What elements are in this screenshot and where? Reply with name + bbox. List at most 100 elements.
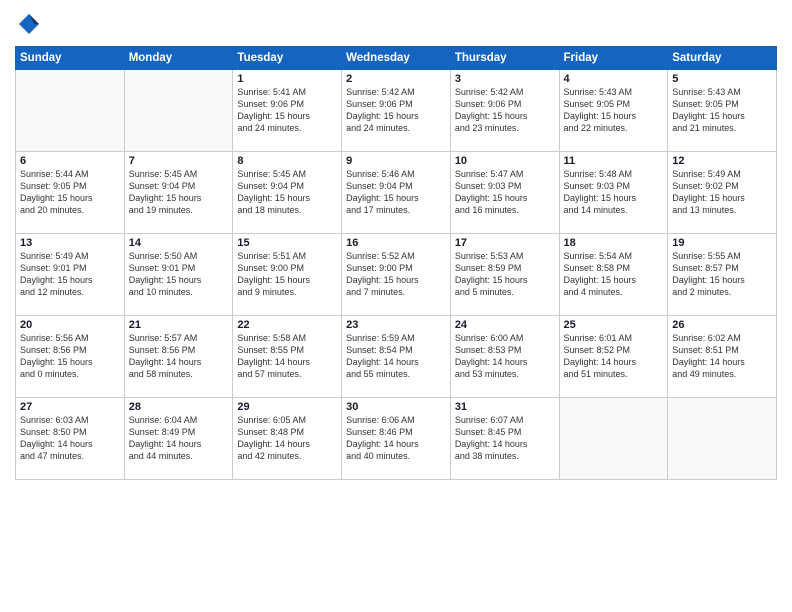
day-number: 12 bbox=[672, 155, 772, 167]
calendar-week-row: 1Sunrise: 5:41 AM Sunset: 9:06 PM Daylig… bbox=[16, 70, 777, 152]
day-info: Sunrise: 6:05 AM Sunset: 8:48 PM Dayligh… bbox=[237, 414, 337, 463]
day-number: 20 bbox=[20, 319, 120, 331]
day-info: Sunrise: 5:52 AM Sunset: 9:00 PM Dayligh… bbox=[346, 250, 446, 299]
day-number: 4 bbox=[564, 73, 664, 85]
header bbox=[15, 10, 777, 38]
day-number: 2 bbox=[346, 73, 446, 85]
calendar-cell: 31Sunrise: 6:07 AM Sunset: 8:45 PM Dayli… bbox=[450, 398, 559, 480]
day-number: 31 bbox=[455, 401, 555, 413]
calendar-cell: 15Sunrise: 5:51 AM Sunset: 9:00 PM Dayli… bbox=[233, 234, 342, 316]
calendar-cell: 11Sunrise: 5:48 AM Sunset: 9:03 PM Dayli… bbox=[559, 152, 668, 234]
day-info: Sunrise: 5:51 AM Sunset: 9:00 PM Dayligh… bbox=[237, 250, 337, 299]
day-number: 18 bbox=[564, 237, 664, 249]
day-info: Sunrise: 5:42 AM Sunset: 9:06 PM Dayligh… bbox=[455, 86, 555, 135]
calendar-cell: 13Sunrise: 5:49 AM Sunset: 9:01 PM Dayli… bbox=[16, 234, 125, 316]
calendar-cell: 18Sunrise: 5:54 AM Sunset: 8:58 PM Dayli… bbox=[559, 234, 668, 316]
calendar-week-row: 27Sunrise: 6:03 AM Sunset: 8:50 PM Dayli… bbox=[16, 398, 777, 480]
calendar-cell bbox=[16, 70, 125, 152]
calendar-cell: 21Sunrise: 5:57 AM Sunset: 8:56 PM Dayli… bbox=[124, 316, 233, 398]
weekday-header-friday: Friday bbox=[559, 47, 668, 70]
day-info: Sunrise: 5:42 AM Sunset: 9:06 PM Dayligh… bbox=[346, 86, 446, 135]
calendar-cell: 6Sunrise: 5:44 AM Sunset: 9:05 PM Daylig… bbox=[16, 152, 125, 234]
day-info: Sunrise: 5:55 AM Sunset: 8:57 PM Dayligh… bbox=[672, 250, 772, 299]
weekday-header-wednesday: Wednesday bbox=[342, 47, 451, 70]
day-number: 14 bbox=[129, 237, 229, 249]
weekday-header-monday: Monday bbox=[124, 47, 233, 70]
weekday-header-sunday: Sunday bbox=[16, 47, 125, 70]
day-info: Sunrise: 5:41 AM Sunset: 9:06 PM Dayligh… bbox=[237, 86, 337, 135]
day-number: 11 bbox=[564, 155, 664, 167]
day-number: 24 bbox=[455, 319, 555, 331]
day-number: 26 bbox=[672, 319, 772, 331]
day-number: 28 bbox=[129, 401, 229, 413]
calendar-cell: 17Sunrise: 5:53 AM Sunset: 8:59 PM Dayli… bbox=[450, 234, 559, 316]
day-number: 15 bbox=[237, 237, 337, 249]
day-info: Sunrise: 5:43 AM Sunset: 9:05 PM Dayligh… bbox=[564, 86, 664, 135]
calendar-cell: 25Sunrise: 6:01 AM Sunset: 8:52 PM Dayli… bbox=[559, 316, 668, 398]
day-number: 13 bbox=[20, 237, 120, 249]
day-number: 16 bbox=[346, 237, 446, 249]
day-number: 1 bbox=[237, 73, 337, 85]
day-info: Sunrise: 5:45 AM Sunset: 9:04 PM Dayligh… bbox=[129, 168, 229, 217]
day-info: Sunrise: 5:53 AM Sunset: 8:59 PM Dayligh… bbox=[455, 250, 555, 299]
day-info: Sunrise: 6:03 AM Sunset: 8:50 PM Dayligh… bbox=[20, 414, 120, 463]
day-info: Sunrise: 5:48 AM Sunset: 9:03 PM Dayligh… bbox=[564, 168, 664, 217]
day-number: 7 bbox=[129, 155, 229, 167]
day-number: 5 bbox=[672, 73, 772, 85]
calendar-cell: 24Sunrise: 6:00 AM Sunset: 8:53 PM Dayli… bbox=[450, 316, 559, 398]
day-info: Sunrise: 5:57 AM Sunset: 8:56 PM Dayligh… bbox=[129, 332, 229, 381]
day-number: 25 bbox=[564, 319, 664, 331]
calendar-cell: 30Sunrise: 6:06 AM Sunset: 8:46 PM Dayli… bbox=[342, 398, 451, 480]
calendar-cell: 23Sunrise: 5:59 AM Sunset: 8:54 PM Dayli… bbox=[342, 316, 451, 398]
calendar-cell: 12Sunrise: 5:49 AM Sunset: 9:02 PM Dayli… bbox=[668, 152, 777, 234]
calendar-cell: 9Sunrise: 5:46 AM Sunset: 9:04 PM Daylig… bbox=[342, 152, 451, 234]
day-info: Sunrise: 5:56 AM Sunset: 8:56 PM Dayligh… bbox=[20, 332, 120, 381]
day-info: Sunrise: 5:47 AM Sunset: 9:03 PM Dayligh… bbox=[455, 168, 555, 217]
calendar-table: SundayMondayTuesdayWednesdayThursdayFrid… bbox=[15, 46, 777, 480]
calendar-week-row: 20Sunrise: 5:56 AM Sunset: 8:56 PM Dayli… bbox=[16, 316, 777, 398]
calendar-cell: 26Sunrise: 6:02 AM Sunset: 8:51 PM Dayli… bbox=[668, 316, 777, 398]
day-info: Sunrise: 5:44 AM Sunset: 9:05 PM Dayligh… bbox=[20, 168, 120, 217]
calendar-cell: 19Sunrise: 5:55 AM Sunset: 8:57 PM Dayli… bbox=[668, 234, 777, 316]
day-number: 10 bbox=[455, 155, 555, 167]
day-info: Sunrise: 5:59 AM Sunset: 8:54 PM Dayligh… bbox=[346, 332, 446, 381]
calendar-week-row: 13Sunrise: 5:49 AM Sunset: 9:01 PM Dayli… bbox=[16, 234, 777, 316]
day-info: Sunrise: 6:06 AM Sunset: 8:46 PM Dayligh… bbox=[346, 414, 446, 463]
weekday-header-row: SundayMondayTuesdayWednesdayThursdayFrid… bbox=[16, 47, 777, 70]
day-number: 17 bbox=[455, 237, 555, 249]
day-info: Sunrise: 6:02 AM Sunset: 8:51 PM Dayligh… bbox=[672, 332, 772, 381]
calendar-cell: 7Sunrise: 5:45 AM Sunset: 9:04 PM Daylig… bbox=[124, 152, 233, 234]
calendar-cell bbox=[124, 70, 233, 152]
day-info: Sunrise: 6:04 AM Sunset: 8:49 PM Dayligh… bbox=[129, 414, 229, 463]
day-info: Sunrise: 5:49 AM Sunset: 9:01 PM Dayligh… bbox=[20, 250, 120, 299]
calendar-cell: 5Sunrise: 5:43 AM Sunset: 9:05 PM Daylig… bbox=[668, 70, 777, 152]
day-number: 29 bbox=[237, 401, 337, 413]
day-info: Sunrise: 6:00 AM Sunset: 8:53 PM Dayligh… bbox=[455, 332, 555, 381]
calendar-cell bbox=[668, 398, 777, 480]
day-info: Sunrise: 5:54 AM Sunset: 8:58 PM Dayligh… bbox=[564, 250, 664, 299]
day-number: 22 bbox=[237, 319, 337, 331]
day-info: Sunrise: 5:46 AM Sunset: 9:04 PM Dayligh… bbox=[346, 168, 446, 217]
day-number: 3 bbox=[455, 73, 555, 85]
calendar-cell: 22Sunrise: 5:58 AM Sunset: 8:55 PM Dayli… bbox=[233, 316, 342, 398]
calendar-cell: 1Sunrise: 5:41 AM Sunset: 9:06 PM Daylig… bbox=[233, 70, 342, 152]
calendar-cell: 28Sunrise: 6:04 AM Sunset: 8:49 PM Dayli… bbox=[124, 398, 233, 480]
day-info: Sunrise: 5:43 AM Sunset: 9:05 PM Dayligh… bbox=[672, 86, 772, 135]
calendar-cell: 20Sunrise: 5:56 AM Sunset: 8:56 PM Dayli… bbox=[16, 316, 125, 398]
calendar-cell: 3Sunrise: 5:42 AM Sunset: 9:06 PM Daylig… bbox=[450, 70, 559, 152]
logo bbox=[15, 10, 47, 38]
calendar-cell: 2Sunrise: 5:42 AM Sunset: 9:06 PM Daylig… bbox=[342, 70, 451, 152]
day-number: 8 bbox=[237, 155, 337, 167]
calendar-cell: 29Sunrise: 6:05 AM Sunset: 8:48 PM Dayli… bbox=[233, 398, 342, 480]
day-info: Sunrise: 6:01 AM Sunset: 8:52 PM Dayligh… bbox=[564, 332, 664, 381]
logo-icon bbox=[15, 10, 43, 38]
calendar-cell: 16Sunrise: 5:52 AM Sunset: 9:00 PM Dayli… bbox=[342, 234, 451, 316]
weekday-header-tuesday: Tuesday bbox=[233, 47, 342, 70]
calendar-cell: 10Sunrise: 5:47 AM Sunset: 9:03 PM Dayli… bbox=[450, 152, 559, 234]
day-number: 6 bbox=[20, 155, 120, 167]
day-info: Sunrise: 5:50 AM Sunset: 9:01 PM Dayligh… bbox=[129, 250, 229, 299]
calendar-cell bbox=[559, 398, 668, 480]
calendar-cell: 27Sunrise: 6:03 AM Sunset: 8:50 PM Dayli… bbox=[16, 398, 125, 480]
day-info: Sunrise: 5:58 AM Sunset: 8:55 PM Dayligh… bbox=[237, 332, 337, 381]
day-info: Sunrise: 5:49 AM Sunset: 9:02 PM Dayligh… bbox=[672, 168, 772, 217]
